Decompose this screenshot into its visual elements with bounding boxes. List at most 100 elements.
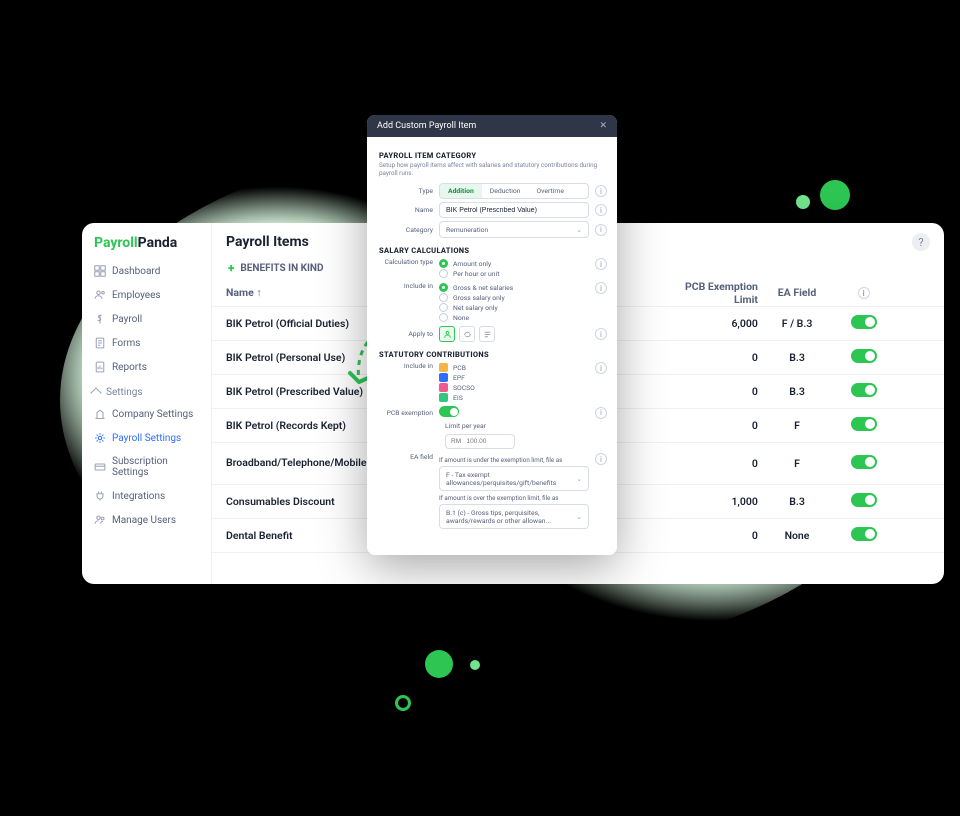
nav-label: Subscription Settings [112, 456, 199, 478]
nav-integrations[interactable]: Integrations [82, 484, 211, 508]
payroll-icon [94, 313, 106, 325]
nav-company-settings[interactable]: Company Settings [82, 402, 211, 426]
apply-to-user[interactable] [439, 326, 455, 342]
row-toggle[interactable] [851, 383, 877, 397]
info-icon[interactable]: i [595, 453, 607, 465]
field-label: Include in [379, 282, 433, 290]
radio-amount-only[interactable]: Amount only [439, 259, 589, 268]
type-segmented[interactable]: Addition Deduction Overtime [439, 183, 589, 199]
row-ea: None [758, 529, 836, 542]
info-icon[interactable]: i [595, 362, 607, 374]
category-select[interactable]: Remuneration ⌄ [439, 221, 589, 238]
ea-over-select[interactable]: B.1 (c) - Gross tips, perquisites, award… [439, 504, 589, 529]
nav-dashboard[interactable]: Dashboard [82, 259, 211, 283]
row-ea: B.3 [758, 351, 836, 364]
card-icon [94, 461, 106, 473]
info-icon[interactable]: i [595, 224, 607, 236]
nav-label: Dashboard [112, 266, 160, 277]
row-toggle[interactable] [851, 417, 877, 431]
info-icon[interactable]: i [595, 407, 607, 419]
limit-input[interactable] [445, 434, 515, 449]
gear-icon [94, 432, 106, 444]
field-label: Name [379, 206, 433, 214]
pcb-check[interactable] [439, 363, 448, 372]
plus-icon: + [228, 261, 234, 275]
modal-section: SALARY CALCULATIONS [379, 246, 605, 255]
radio-icon [439, 313, 448, 322]
nav-payroll-settings[interactable]: Payroll Settings [82, 426, 211, 450]
field-label: Include in [379, 362, 433, 370]
type-opt-addition[interactable]: Addition [440, 184, 482, 198]
radio-per-hour[interactable]: Per hour or unit [439, 269, 589, 278]
modal-section: PAYROLL ITEM CATEGORY [379, 151, 605, 160]
decorative-dot [820, 180, 850, 210]
employees-icon [94, 289, 106, 301]
row-toggle[interactable] [851, 527, 877, 541]
sidebar-section-settings[interactable]: Settings [82, 379, 211, 402]
users-icon [94, 514, 106, 526]
radio-gross-net[interactable]: Gross & net salaries [439, 283, 589, 292]
page-title: Payroll Items [226, 234, 309, 250]
field-label: PCB exemption [379, 409, 433, 417]
eis-check[interactable] [439, 393, 448, 402]
modal-section: STATUTORY CONTRIBUTIONS [379, 350, 605, 359]
nav-forms[interactable]: Forms [82, 331, 211, 355]
radio-icon [439, 293, 448, 302]
socso-check[interactable] [439, 383, 448, 392]
info-icon[interactable]: i [595, 328, 607, 340]
apply-to-list[interactable] [479, 326, 495, 342]
nav-manage-users[interactable]: Manage Users [82, 508, 211, 532]
info-icon[interactable]: i [595, 185, 607, 197]
decorative-dot [395, 695, 411, 711]
radio-none[interactable]: None [439, 313, 589, 322]
row-toggle[interactable] [851, 493, 877, 507]
info-icon[interactable]: i [595, 204, 607, 216]
nav-label: Integrations [112, 491, 165, 502]
row-pcb: 0 [680, 385, 758, 398]
chevron-down-icon: ⌄ [576, 475, 582, 483]
nav-reports[interactable]: Reports [82, 355, 211, 379]
radio-net-only[interactable]: Net salary only [439, 303, 589, 312]
row-toggle[interactable] [851, 455, 877, 469]
building-icon [94, 408, 106, 420]
ea-under-select[interactable]: F - Tax exempt allowances/perquisites/gi… [439, 466, 589, 491]
radio-icon [439, 269, 448, 278]
row-toggle[interactable] [851, 315, 877, 329]
forms-icon [94, 337, 106, 349]
epf-check[interactable] [439, 373, 448, 382]
type-opt-deduction[interactable]: Deduction [482, 184, 529, 198]
nav-payroll[interactable]: Payroll [82, 307, 211, 331]
nav-label: Payroll Settings [112, 433, 181, 444]
ea-over-label: If amount is over the exemption limit, f… [439, 494, 589, 502]
apply-to-recurring[interactable] [459, 326, 475, 342]
nav-label: Reports [112, 362, 147, 373]
nav-label: Forms [112, 338, 140, 349]
radio-icon [439, 303, 448, 312]
col-pcb[interactable]: PCB Exemption Limit [680, 280, 758, 306]
field-label: Category [379, 226, 433, 234]
col-ea[interactable]: EA Field [758, 286, 836, 299]
add-item-modal: Add Custom Payroll Item ✕ PAYROLL ITEM C… [367, 115, 617, 555]
info-icon[interactable]: i [858, 287, 870, 299]
radio-icon [439, 283, 448, 292]
row-pcb: 0 [680, 419, 758, 432]
nav-employees[interactable]: Employees [82, 283, 211, 307]
close-icon[interactable]: ✕ [599, 121, 607, 131]
nav-subscription-settings[interactable]: Subscription Settings [82, 450, 211, 484]
modal-section-desc: Setup how payroll items affect with sala… [379, 161, 605, 177]
pcb-exemption-toggle[interactable] [439, 406, 459, 417]
radio-icon [439, 259, 448, 268]
help-button[interactable]: ? [912, 233, 930, 251]
radio-gross-only[interactable]: Gross salary only [439, 293, 589, 302]
info-icon[interactable]: i [595, 258, 607, 270]
sidebar: PayrollPanda Dashboard Employees Payroll [82, 223, 212, 584]
name-input[interactable] [439, 202, 589, 218]
row-ea: F [758, 457, 836, 470]
chevron-up-icon [90, 387, 101, 398]
row-toggle[interactable] [851, 349, 877, 363]
type-opt-overtime[interactable]: Overtime [528, 184, 571, 198]
field-label: Calculation type [379, 258, 433, 266]
decorative-dot [425, 650, 453, 678]
row-pcb: 0 [680, 351, 758, 364]
info-icon[interactable]: i [595, 282, 607, 294]
